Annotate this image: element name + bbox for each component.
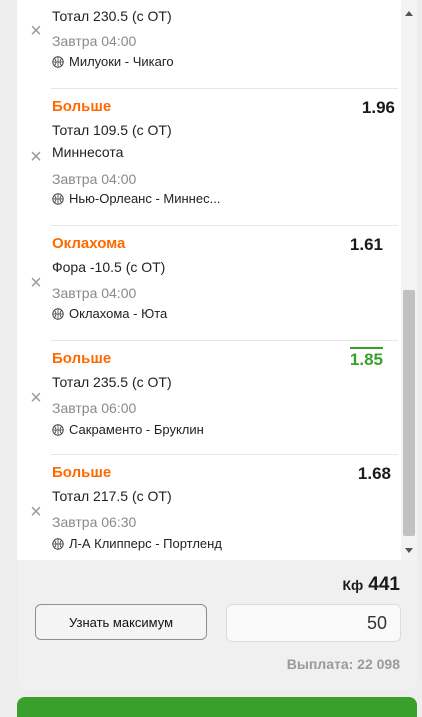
place-bet-button[interactable] [17,697,417,717]
payout-label: Выплата: 22 098 [286,656,400,672]
bet-market: Тотал 230.5 (с ОТ) [52,8,172,24]
close-icon[interactable]: × [27,147,45,167]
bet-match-label: Нью-Орлеанс - Миннес... [69,191,221,206]
betslip-panel: Тотал 230.5 (с ОТ) × Завтра 04:00 Милуок… [17,0,417,690]
scrollbar[interactable] [401,0,417,560]
bet-odds: 1.96 [361,98,395,117]
bet-market: Фора -10.5 (с ОТ) [52,259,166,275]
close-icon[interactable]: × [27,388,45,408]
bet-match: Нью-Орлеанс - Миннес... [52,191,220,206]
scrollbar-thumb[interactable] [403,290,415,536]
basketball-icon [52,55,64,68]
bet-item: Оклахома 1.61 Фора -10.5 (с ОТ) × Завтра… [17,225,401,340]
bet-match-label: Сакраменто - Бруклин [69,422,204,437]
close-icon[interactable]: × [27,502,45,522]
bet-odds: 1.85 [349,347,384,369]
bet-item: Больше 1.68 Тотал 217.5 (с ОТ) × Завтра … [17,454,401,560]
basketball-icon [52,537,64,550]
bet-outcome: Больше [52,350,112,367]
bet-time: Завтра 06:00 [52,400,137,416]
find-max-button[interactable]: Узнать максимум [35,604,207,640]
bet-match-label: Л-А Клипперс - Портленд [69,536,222,551]
total-odds-label: Кф [342,577,364,593]
total-odds: Кф 441 [343,574,401,596]
bet-match: Л-А Клипперс - Портленд [52,536,222,551]
bet-list[interactable]: Тотал 230.5 (с ОТ) × Завтра 04:00 Милуок… [17,0,401,560]
divider [51,225,398,226]
bet-outcome: Больше [52,464,112,481]
bet-market: Тотал 217.5 (с ОТ) [52,488,172,504]
bet-time: Завтра 04:00 [52,33,137,49]
scroll-down-arrow-icon[interactable] [405,548,413,553]
betslip-footer: Кф 441 Узнать максимум 50 Выплата: 22 09… [17,560,417,690]
bet-match: Сакраменто - Бруклин [52,422,204,437]
bet-market: Тотал 109.5 (с ОТ) [52,122,172,138]
bet-team: Миннесота [52,144,124,160]
bet-outcome: Оклахома [52,235,126,252]
basketball-icon [52,307,64,320]
bet-item: Больше 1.96 Тотал 109.5 (с ОТ) Миннесота… [17,88,401,225]
basketball-icon [52,423,64,436]
stake-input[interactable]: 50 [226,604,401,642]
divider [51,88,398,89]
bet-market: Тотал 235.5 (с ОТ) [52,374,172,390]
bet-time: Завтра 06:30 [52,514,137,530]
bet-item: Тотал 230.5 (с ОТ) × Завтра 04:00 Милуок… [17,0,401,88]
scroll-up-arrow-icon[interactable] [405,11,413,16]
bet-time: Завтра 04:00 [52,171,137,187]
bet-item: Больше 1.85 Тотал 235.5 (с ОТ) × Завтра … [17,340,401,454]
bet-time: Завтра 04:00 [52,285,137,301]
total-odds-value: 441 [368,574,400,595]
basketball-icon [52,192,64,205]
bet-match: Оклахома - Юта [52,306,167,321]
close-icon[interactable]: × [27,273,45,293]
bet-odds: 1.68 [357,464,391,483]
divider [51,454,398,455]
bet-match-label: Милуоки - Чикаго [69,54,174,69]
bet-match-label: Оклахома - Юта [69,306,168,321]
divider [51,340,398,341]
bet-match: Милуоки - Чикаго [52,54,174,69]
bet-odds: 1.61 [349,235,383,254]
close-icon[interactable]: × [27,21,45,41]
bet-outcome: Больше [52,98,112,115]
